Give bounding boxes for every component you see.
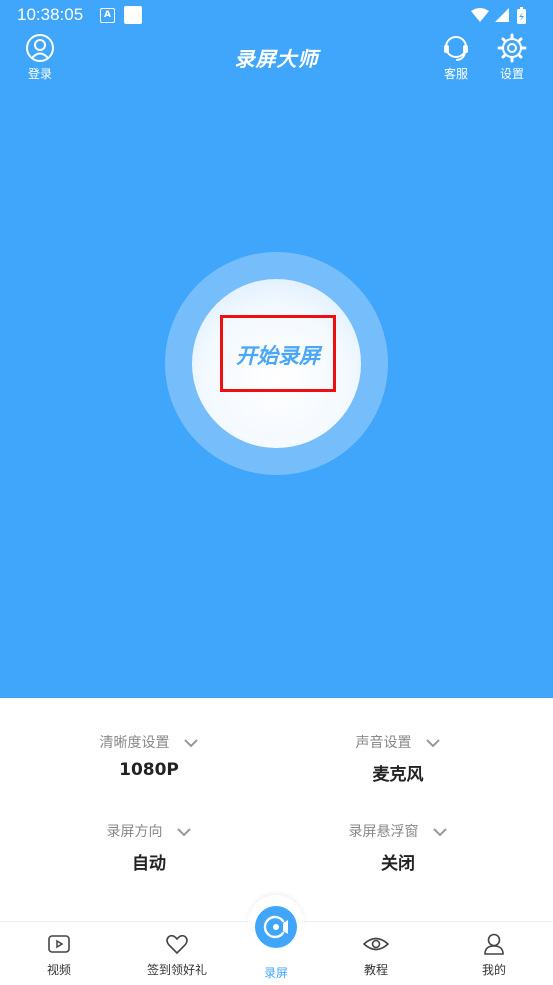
eye-icon [363,937,389,951]
settings-label: 设置 [499,67,524,81]
nav-item-mine[interactable]: 我的 [444,932,544,978]
gear-icon [497,33,527,63]
status-bar: 10:38:05 A [0,0,553,32]
nav-item-record[interactable] [255,906,297,948]
video-icon [48,935,70,953]
chevron-down-icon [176,827,191,836]
floating-window-setting[interactable]: 录屏悬浮窗 关闭 [298,821,498,874]
clarity-value: 1080P [119,760,179,780]
clarity-setting[interactable]: 清晰度设置 1080P [49,732,249,780]
status-icons [471,7,526,24]
customer-service-button[interactable]: 客服 [429,33,483,82]
sound-value: 麦克风 [372,765,424,785]
nav-record-label: 录屏 [263,966,288,980]
record-camera-icon [263,915,288,939]
chevron-down-icon [183,738,198,747]
floating-label: 录屏悬浮窗 [348,824,419,840]
chevron-down-icon [432,827,447,836]
direction-label: 录屏方向 [106,824,163,840]
nav-video-label: 视频 [46,963,71,977]
service-label: 客服 [443,67,468,81]
wifi-icon [471,8,489,22]
direction-setting[interactable]: 录屏方向 自动 [49,821,249,874]
nav-mine-label: 我的 [481,963,506,977]
nav-signin-label: 签到领好礼 [146,963,207,977]
floating-value: 关闭 [381,854,415,874]
direction-value: 自动 [132,854,166,874]
start-recording-label[interactable]: 开始录屏 [220,340,336,370]
chevron-down-icon [425,738,440,747]
clarity-label: 清晰度设置 [99,735,170,751]
a-notification-icon: A [100,8,115,23]
person-icon [484,933,504,955]
settings-button[interactable]: 设置 [485,33,539,82]
sound-label: 声音设置 [355,735,412,751]
nav-tutorial-label: 教程 [363,963,388,977]
nav-item-signin[interactable]: 签到领好礼 [127,932,227,978]
status-time: 10:38:05 [17,5,84,24]
notification-square-icon [124,6,142,24]
signal-icon [495,8,509,22]
nav-item-video[interactable]: 视频 [9,932,109,978]
heart-icon [166,934,188,955]
headset-icon [444,36,468,61]
sound-setting[interactable]: 声音设置 麦克风 [298,732,498,785]
nav-item-tutorial[interactable]: 教程 [326,932,426,978]
